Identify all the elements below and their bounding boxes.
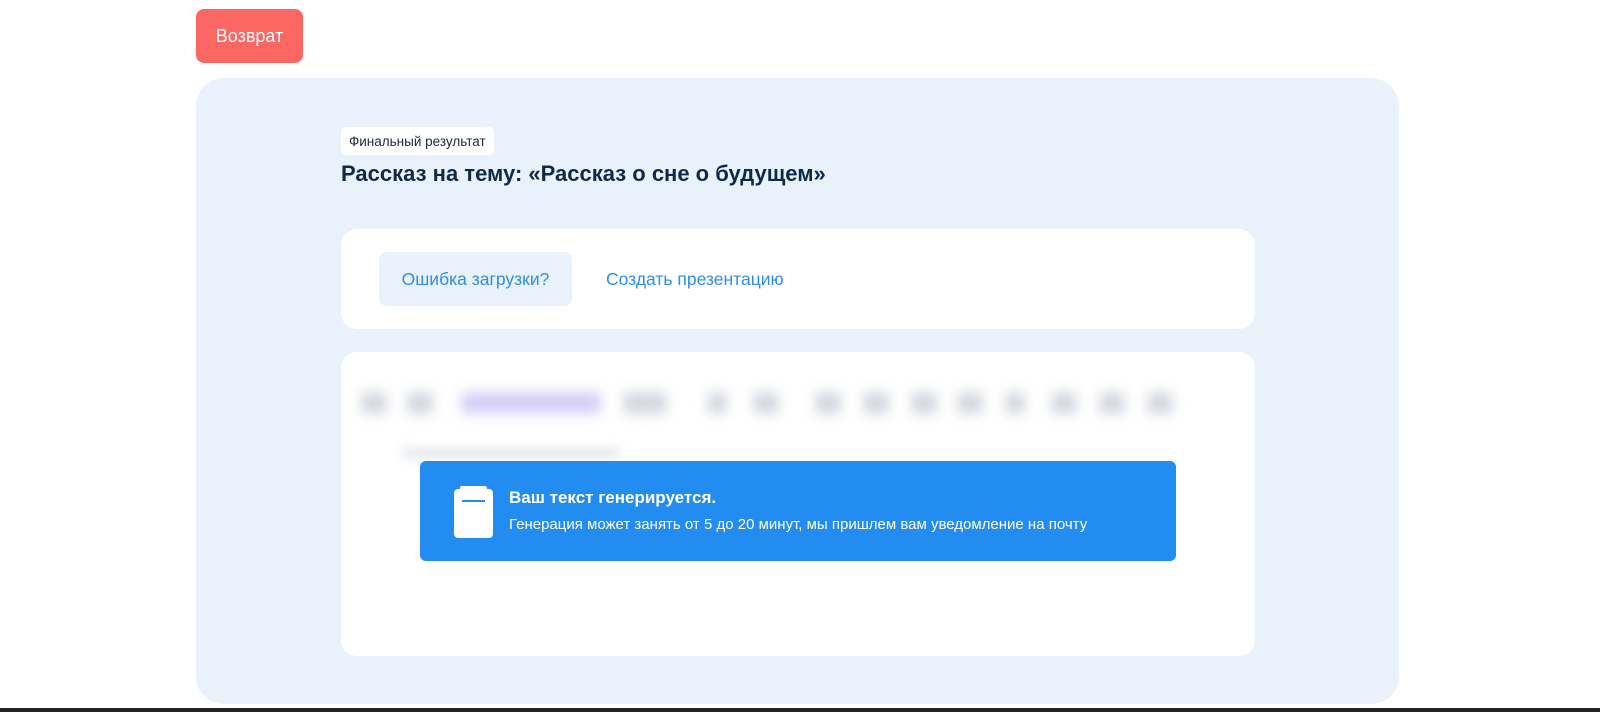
notice-title: Ваш текст генерируется. [509,488,717,507]
blurred-editor-toolbar [361,378,1221,428]
generation-notice: Ваш текст генерируется. Генерация может … [420,461,1176,561]
page: Возврат Финальный результат Рассказ на т… [0,0,1600,712]
actions-card: Ошибка загрузки? Создать презентацию [341,229,1255,329]
notice-text: Генерация может занять от 5 до 20 минут,… [509,516,1088,533]
editor-card: Ваш текст генерируется. Генерация может … [341,352,1255,656]
blurred-editor-text [401,448,621,458]
notepad-icon [454,486,493,538]
bottom-divider [0,708,1600,712]
upload-error-button[interactable]: Ошибка загрузки? [379,252,572,306]
back-button[interactable]: Возврат [196,9,303,63]
create-presentation-link[interactable]: Создать презентацию [606,252,784,306]
page-title: Рассказ на тему: «Рассказ о сне о будуще… [341,161,826,186]
result-badge: Финальный результат [341,127,494,155]
